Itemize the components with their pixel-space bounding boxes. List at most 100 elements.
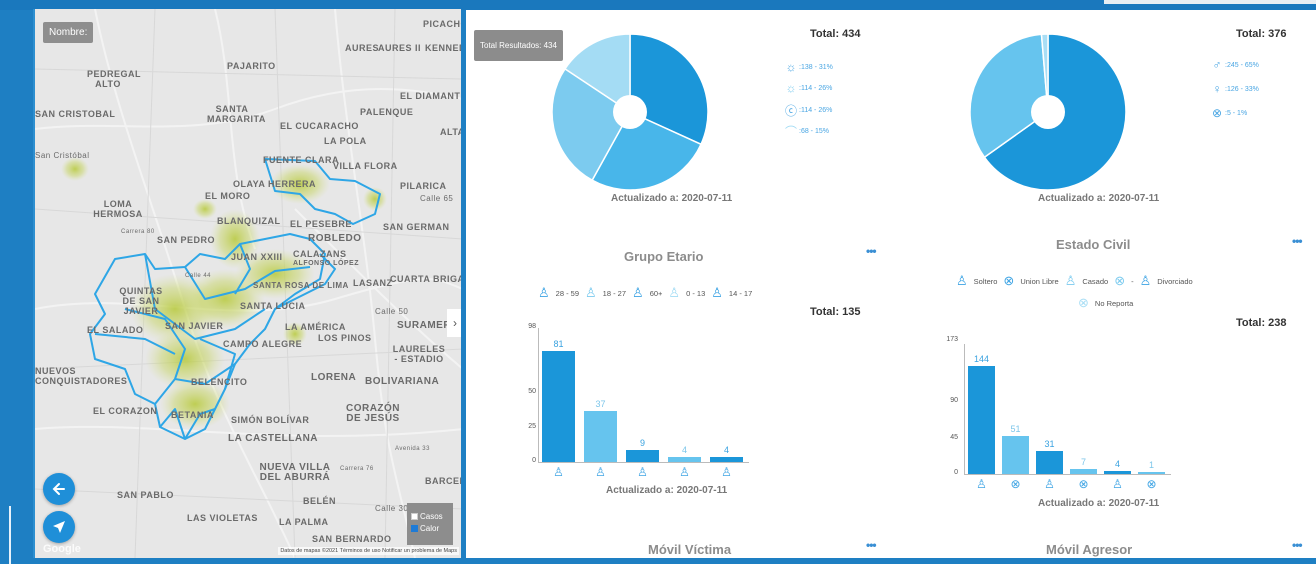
y-axis — [538, 328, 539, 462]
map-label: LA CASTELLANA — [228, 433, 319, 444]
map-label: PICACHO — [423, 19, 461, 29]
map-label: LA PALMA — [279, 517, 329, 527]
map-label: Avenida 33 — [395, 446, 430, 452]
map-label: Carrera 80 — [121, 229, 155, 235]
casos-checkbox[interactable] — [411, 512, 418, 520]
map-label: NUEVA VILLA DEL ABURRÁ — [259, 462, 331, 483]
back-button[interactable] — [43, 473, 75, 505]
map-label: BELÉN — [303, 496, 337, 506]
family-icon: ♙ — [1112, 477, 1123, 491]
google-logo: Google — [43, 543, 81, 555]
map-label: PAJARITO — [227, 61, 276, 71]
adult-icon: ☼ — [785, 60, 797, 74]
map-attribution[interactable]: Datos de mapas ©2021 Términos de uso Not… — [278, 547, 459, 555]
y-tick: 45 — [950, 434, 958, 441]
casos-toggle[interactable]: Casos — [411, 510, 449, 522]
map-label: LOS PINOS — [318, 333, 372, 343]
map-label: SAN CRISTOBAL — [35, 109, 116, 119]
movil-victima-total: Total: 135 — [810, 306, 861, 318]
estado-civil-menu-button[interactable]: ••• — [1292, 234, 1303, 248]
left-rule — [9, 506, 11, 564]
map-label: CAMPO ALEGRE — [223, 339, 303, 349]
map-label: LA AMÉRICA — [285, 322, 346, 332]
y-tick: 0 — [954, 469, 958, 476]
person-icon: ♙ — [976, 477, 987, 491]
bar[interactable] — [968, 365, 995, 474]
map-label: BOLIVARIANA — [365, 376, 440, 387]
bar-value-label: 37 — [595, 399, 606, 410]
calor-toggle[interactable]: Calor — [411, 522, 449, 534]
locate-button[interactable] — [43, 511, 75, 543]
map-label: BELENCITO — [191, 377, 248, 387]
movil-agresor-menu-button[interactable]: ••• — [1292, 538, 1303, 552]
pie-legend-item: ⌒:68 - 15% — [784, 123, 829, 140]
bar[interactable] — [1036, 450, 1063, 474]
bar-value-label: 144 — [973, 353, 990, 364]
calor-checkbox[interactable] — [411, 524, 418, 532]
bar[interactable] — [1104, 470, 1131, 474]
y-tick: 98 — [528, 323, 536, 330]
bar[interactable] — [542, 351, 575, 462]
movil-victima-menu-button[interactable]: ••• — [866, 538, 877, 552]
estado-civil-category-legend: ♙ Soltero ⊗ Union Libre ♙ Casado ⊗ - ♙ Divorc… — [956, 273, 1193, 289]
map-label: EL PESEBRE — [290, 219, 352, 229]
legend-label: 28 - 59 — [555, 288, 580, 298]
map-label: BARCELONA — [425, 476, 461, 486]
map-panel[interactable]: PICACHO AURES AURES II KENNEDY PEDREGAL … — [33, 9, 461, 558]
map-label: EL MORO — [205, 191, 251, 201]
map-label: AURES — [345, 43, 380, 53]
y-tick: 90 — [950, 397, 958, 404]
pie-legend-item: ☼:138 - 31% — [784, 60, 833, 74]
cancel-circle-icon: ⊗ — [1078, 295, 1089, 310]
bar[interactable] — [1002, 435, 1029, 474]
y-tick: 25 — [528, 423, 536, 430]
casos-label: Casos — [420, 511, 443, 521]
y-tick: 0 — [532, 457, 536, 464]
bar[interactable] — [710, 456, 743, 462]
map-label: CORAZÓN DE JESÚS — [345, 403, 401, 424]
bar[interactable] — [1070, 468, 1097, 474]
bar-value-label: 4 — [1114, 458, 1120, 469]
map-label: LAURELES - ESTADIO — [392, 344, 446, 364]
map-label: LOMA HERMOSA — [93, 199, 143, 219]
map-collapse-chevron-icon[interactable]: › — [447, 309, 461, 337]
map-label: BETANIA — [171, 410, 214, 420]
bar-value-label: 4 — [723, 444, 729, 455]
map-label: AURES II — [378, 43, 422, 53]
estado-civil-pie[interactable] — [968, 32, 1128, 192]
map-label: EL DIAMANTE — [400, 91, 461, 101]
pie-legend-label: :138 - 31% — [799, 63, 833, 71]
map-label: Calle 30 — [375, 504, 409, 513]
y-tick: 173 — [946, 336, 958, 343]
cancel-circle-icon: ⊗ — [1146, 477, 1157, 491]
estado-civil-title: Estado Civil — [1056, 237, 1131, 252]
name-tooltip: Nombre: — [43, 22, 94, 43]
bar[interactable] — [584, 411, 617, 462]
bar[interactable] — [668, 456, 701, 462]
grupo-etario-updated: Actualizado a: 2020-07-11 — [611, 193, 733, 204]
legend-label: 18 - 27 — [602, 288, 627, 298]
map-label: Calle 44 — [185, 273, 212, 279]
map-label: EL SALADO — [87, 325, 144, 335]
bar-value-label: 31 — [1044, 438, 1055, 449]
grupo-etario-pie[interactable] — [550, 32, 710, 192]
female-icon: ♀ — [1212, 82, 1222, 96]
map-label: SANTA MARGARITA — [207, 104, 266, 124]
family-icon: ♙ — [1139, 273, 1152, 288]
top-bar-chip — [1104, 0, 1316, 4]
grupo-etario-menu-button[interactable]: ••• — [866, 244, 877, 258]
map-label: ALFONSO LÓPEZ — [293, 260, 359, 267]
bar[interactable] — [1138, 472, 1165, 474]
x-axis — [964, 474, 1171, 475]
child-icon: ♙ — [668, 285, 681, 300]
senior-icon: ⓒ — [784, 104, 797, 118]
map-label: BLANQUIZAL — [217, 216, 281, 226]
movil-agresor-title: Móvil Agresor — [1046, 542, 1133, 557]
map-label: CALAZANS — [293, 249, 347, 259]
map-label: FUENTE CLARA — [263, 155, 339, 165]
movil-victima-updated: Actualizado a: 2020-07-11 — [606, 485, 728, 496]
map-label: LA POLA — [324, 136, 367, 146]
bar[interactable] — [626, 449, 659, 462]
person-icon: ♙ — [956, 273, 968, 288]
map-label: EL CUCARACHO — [280, 121, 359, 131]
